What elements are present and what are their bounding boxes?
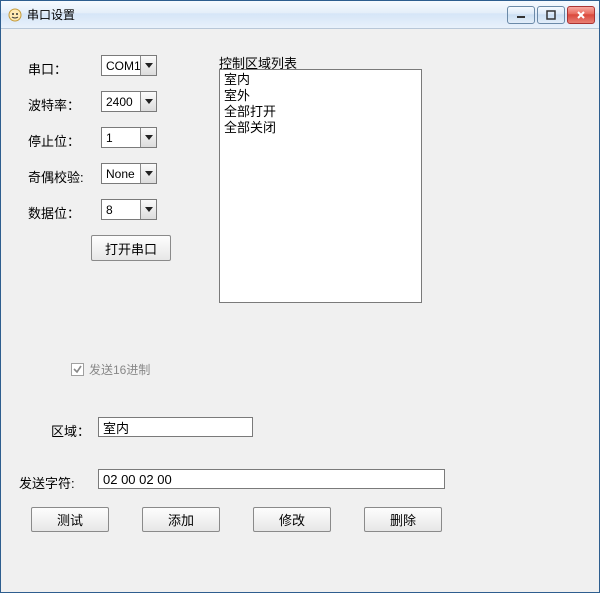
port-label: 串口： xyxy=(28,59,67,78)
window-controls xyxy=(507,6,595,24)
client-area: 串口： COM1 波特率： 2400 停止位： 1 奇偶校验: None 数据位… xyxy=(1,29,599,592)
delete-button[interactable]: 删除 xyxy=(364,507,442,532)
port-combo[interactable]: COM1 xyxy=(101,55,157,76)
baud-combo[interactable]: 2400 xyxy=(101,91,157,112)
parity-label: 奇偶校验: xyxy=(28,167,84,186)
window-title: 串口设置 xyxy=(27,6,507,23)
chevron-down-icon xyxy=(140,200,156,219)
zone-input[interactable] xyxy=(98,417,253,437)
open-port-button[interactable]: 打开串口 xyxy=(91,235,171,261)
window: 串口设置 串口： COM1 波特率： 2400 停止位： 1 xyxy=(0,0,600,593)
list-item[interactable]: 全部打开 xyxy=(224,104,417,120)
data-bits-value: 8 xyxy=(102,203,140,217)
maximize-button[interactable] xyxy=(537,6,565,24)
baud-label: 波特率： xyxy=(28,95,80,114)
baud-value: 2400 xyxy=(102,95,140,109)
data-bits-combo[interactable]: 8 xyxy=(101,199,157,220)
stop-combo[interactable]: 1 xyxy=(101,127,157,148)
close-button[interactable] xyxy=(567,6,595,24)
list-item[interactable]: 全部关闭 xyxy=(224,120,417,136)
send-chars-label: 发送字符: xyxy=(19,473,75,492)
stop-label: 停止位： xyxy=(28,131,80,150)
parity-value: None xyxy=(102,167,140,181)
app-icon xyxy=(7,7,23,23)
zone-listbox[interactable]: 室内室外全部打开全部关闭 xyxy=(219,69,422,303)
list-item[interactable]: 室内 xyxy=(224,72,417,88)
open-port-label: 打开串口 xyxy=(105,239,157,258)
modify-button[interactable]: 修改 xyxy=(253,507,331,532)
port-value: COM1 xyxy=(102,59,140,73)
data-bits-label: 数据位： xyxy=(28,203,80,222)
chevron-down-icon xyxy=(140,56,156,75)
list-item[interactable]: 室外 xyxy=(224,88,417,104)
minimize-button[interactable] xyxy=(507,6,535,24)
test-button[interactable]: 测试 xyxy=(31,507,109,532)
add-button[interactable]: 添加 xyxy=(142,507,220,532)
chevron-down-icon xyxy=(140,92,156,111)
parity-combo[interactable]: None xyxy=(101,163,157,184)
send-hex-checkbox[interactable]: 发送16进制 xyxy=(71,361,150,378)
send-chars-input[interactable] xyxy=(98,469,445,489)
chevron-down-icon xyxy=(140,128,156,147)
send-hex-label: 发送16进制 xyxy=(89,361,150,378)
zone-input-label: 区域： xyxy=(51,421,90,440)
titlebar: 串口设置 xyxy=(1,1,599,29)
stop-value: 1 xyxy=(102,131,140,145)
checkbox-box xyxy=(71,363,84,376)
chevron-down-icon xyxy=(140,164,156,183)
